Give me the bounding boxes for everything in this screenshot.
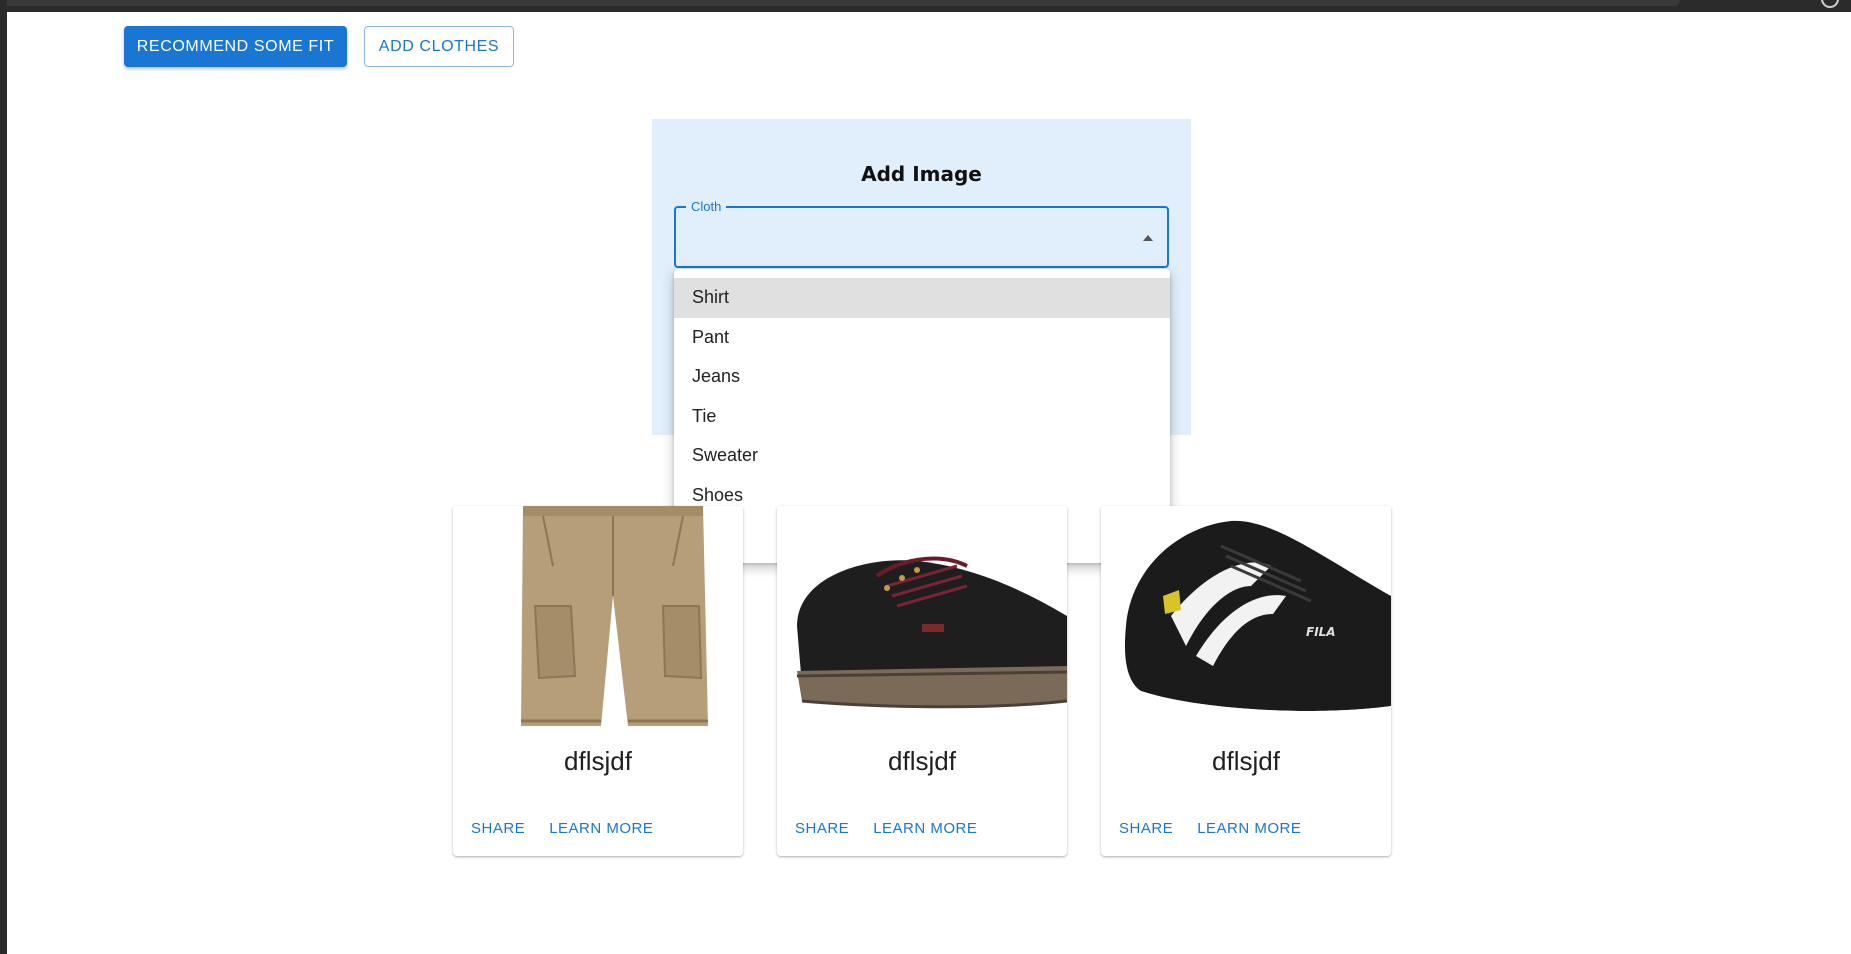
clothing-card: dflsjdf SHARE LEARN MORE	[453, 506, 743, 856]
svg-text:FILA: FILA	[1306, 625, 1336, 639]
share-button[interactable]: SHARE	[1119, 820, 1173, 837]
share-button[interactable]: SHARE	[471, 820, 525, 837]
cloth-select-label: Cloth	[686, 199, 727, 215]
card-title: dflsjdf	[1212, 746, 1280, 776]
cloth-select[interactable]: Cloth	[674, 199, 1169, 268]
option-item[interactable]: Jeans	[674, 357, 1170, 397]
profile-icon[interactable]	[1821, 0, 1839, 8]
browser-address-strip	[0, 0, 1680, 6]
option-item[interactable]: Tie	[674, 397, 1170, 437]
sport-shoe-image: FILA	[1101, 506, 1391, 726]
card-actions: SHARE LEARN MORE	[471, 820, 653, 837]
clothing-card: dflsjdf SHARE LEARN MORE	[777, 506, 1067, 856]
add-clothes-button[interactable]: ADD CLOTHES	[364, 26, 514, 67]
card-title: dflsjdf	[888, 746, 956, 776]
option-item[interactable]: Pant	[674, 318, 1170, 358]
card-actions: SHARE LEARN MORE	[795, 820, 977, 837]
browser-top-bar	[0, 0, 1851, 12]
learn-more-button[interactable]: LEARN MORE	[1197, 820, 1301, 837]
option-item[interactable]: Shirt	[674, 278, 1170, 318]
share-button[interactable]: SHARE	[795, 820, 849, 837]
card-actions: SHARE LEARN MORE	[1119, 820, 1301, 837]
caret-up-icon	[1143, 235, 1153, 241]
cargo-shorts-image	[453, 506, 743, 726]
option-item[interactable]: Sweater	[674, 436, 1170, 476]
clothing-card: FILA dflsjdf SHARE LEARN MORE	[1101, 506, 1391, 856]
card-title: dflsjdf	[564, 746, 632, 776]
learn-more-button[interactable]: LEARN MORE	[873, 820, 977, 837]
panel-title: Add Image	[861, 162, 982, 186]
recommend-fit-button[interactable]: RECOMMEND SOME FIT	[124, 26, 347, 67]
window-left-edge	[0, 0, 7, 954]
learn-more-button[interactable]: LEARN MORE	[549, 820, 653, 837]
canvas-sneaker-image	[777, 506, 1067, 726]
